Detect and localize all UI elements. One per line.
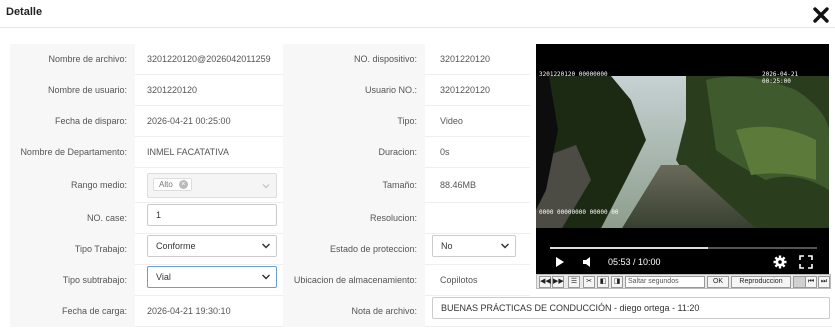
frame-forward-icon[interactable]: ◨ — [611, 276, 623, 288]
frame-back-icon[interactable]: ◧ — [597, 276, 609, 288]
rewind-icon[interactable]: ◀◀ — [539, 276, 551, 288]
row-departamento: Nombre de Departamento: INMEL FACATATIVA… — [10, 137, 530, 168]
label-nota-archivo: Nota de archivo: — [283, 296, 425, 327]
label-resolucion: Resolucion: — [283, 203, 425, 234]
label-duracion: Duracion: — [283, 137, 425, 168]
label-nombre-usuario: Nombre de usuario: — [10, 75, 135, 106]
label-ubicacion: Ubicacion de almacenamiento: — [283, 265, 425, 296]
rango-medio-tag: Alto × — [153, 178, 192, 191]
player-toolbar: ◀◀ ▶▶ ☰ ✂ ◧ ◨ Saltar segundos OK Reprodu… — [536, 274, 831, 289]
label-nombre-archivo: Nombre de archivo: — [10, 44, 135, 75]
scissors-icon[interactable]: ✂ — [583, 276, 595, 288]
play-icon[interactable] — [554, 254, 566, 270]
value-departamento: INMEL FACATATIVA — [147, 147, 230, 157]
rango-medio-tag-label: Alto — [159, 180, 173, 189]
tipo-trabajo-select[interactable]: Conforme — [147, 235, 277, 257]
tipo-trabajo-value: Conforme — [156, 241, 196, 251]
value-fecha-disparo: 2026-04-21 00:25:00 — [147, 116, 231, 126]
no-case-input[interactable]: 1 — [147, 204, 277, 226]
value-tamano: 88.46MB — [440, 180, 477, 190]
estado-proteccion-value: No — [441, 241, 453, 251]
label-tamano: Tamaño: — [283, 168, 425, 203]
value-no-dispositivo: 3201220120 — [440, 54, 491, 64]
dialog-title: Detalle — [6, 6, 43, 18]
chevron-down-icon — [262, 243, 270, 249]
reproduccion-button[interactable]: Reproduccion — [731, 276, 791, 288]
row-archivo: Nombre de archivo: 3201220120@2026042011… — [10, 44, 530, 75]
close-icon[interactable] — [811, 5, 831, 25]
osd-mid-left: 0000 00000000 00000 00 — [539, 209, 619, 216]
value-ubicacion: Copilotos — [440, 275, 478, 285]
fullscreen-icon[interactable] — [798, 254, 814, 270]
time-display: 05:53 / 10:00 — [608, 257, 661, 267]
label-usuario-no: Usuario NO.: — [283, 75, 425, 106]
osd-top-right: 2026-04-21 00:25:00 — [762, 71, 799, 85]
value-usuario-no: 3201220120 — [440, 85, 491, 95]
label-tipo-trabajo: Tipo Trabajo: — [10, 234, 135, 265]
estado-proteccion-select[interactable]: No — [432, 235, 516, 257]
row-tipo-subtrabajo: Tipo subtrabajo: Vial Ubicacion de almac… — [10, 265, 530, 296]
value-nombre-archivo: 3201220120@2026042011259 — [147, 54, 271, 64]
chevron-down-icon — [501, 243, 509, 249]
fast-forward-icon[interactable]: ▶▶ — [552, 276, 564, 288]
value-resolucion — [440, 203, 530, 234]
label-fecha-carga: Fecha de carga: — [10, 296, 135, 327]
video-player[interactable]: 3201220120 00000000 2026-04-21 00:25:00 … — [536, 44, 829, 289]
list-icon[interactable]: ☰ — [568, 276, 580, 288]
label-departamento: Nombre de Departamento: — [10, 137, 135, 168]
volume-icon[interactable] — [581, 254, 593, 270]
label-rango-medio: Rango medio: — [10, 168, 135, 203]
prev-segment-icon[interactable]: ⏮ — [805, 276, 817, 288]
label-estado-proteccion: Estado de proteccion: — [283, 234, 425, 265]
settings-gear-icon[interactable] — [772, 254, 788, 270]
row-no-case: NO. case: 1 Resolucion: — [10, 203, 530, 234]
row-fecha-carga: Fecha de carga: 2026-04-21 19:30:10 Nota… — [10, 296, 832, 327]
chevron-down-icon — [262, 274, 270, 280]
label-fecha-disparo: Fecha de disparo: — [10, 106, 135, 137]
value-tipo: Video — [440, 116, 463, 126]
label-no-dispositivo: NO. dispositivo: — [283, 44, 425, 75]
nota-archivo-input[interactable]: BUENAS PRÁCTICAS DE CONDUCCIÓN - diego o… — [432, 297, 830, 319]
progress-fill — [550, 247, 708, 249]
progress-bar[interactable] — [550, 247, 817, 249]
ok-button[interactable]: OK — [707, 276, 729, 288]
osd-top-left: 3201220120 00000000 — [539, 71, 608, 78]
chevron-down-icon — [262, 184, 270, 189]
tipo-subtrabajo-value: Vial — [156, 272, 171, 282]
row-rango-medio: Rango medio: Alto × Tamaño: 88.46MB — [10, 168, 530, 203]
value-duracion: 0s — [440, 147, 450, 157]
value-nombre-usuario: 3201220120 — [147, 85, 198, 95]
value-fecha-carga: 2026-04-21 19:30:10 — [147, 306, 231, 316]
skip-seconds-input[interactable]: Saltar segundos — [625, 276, 705, 288]
remove-tag-icon[interactable]: × — [178, 180, 188, 189]
dialog-header: Detalle — [0, 0, 835, 28]
row-tipo-trabajo: Tipo Trabajo: Conforme Estado de protecc… — [10, 234, 530, 265]
next-segment-icon[interactable]: ⏭ — [818, 276, 830, 288]
label-tipo: Tipo: — [283, 106, 425, 137]
rango-medio-select[interactable]: Alto × — [147, 173, 277, 198]
label-tipo-subtrabajo: Tipo subtrabajo: — [10, 265, 135, 296]
label-no-case: NO. case: — [10, 203, 135, 234]
row-fecha-disparo: Fecha de disparo: 2026-04-21 00:25:00 Ti… — [10, 106, 530, 137]
row-usuario: Nombre de usuario: 3201220120 Usuario NO… — [10, 75, 530, 106]
tipo-subtrabajo-select[interactable]: Vial — [147, 266, 277, 288]
